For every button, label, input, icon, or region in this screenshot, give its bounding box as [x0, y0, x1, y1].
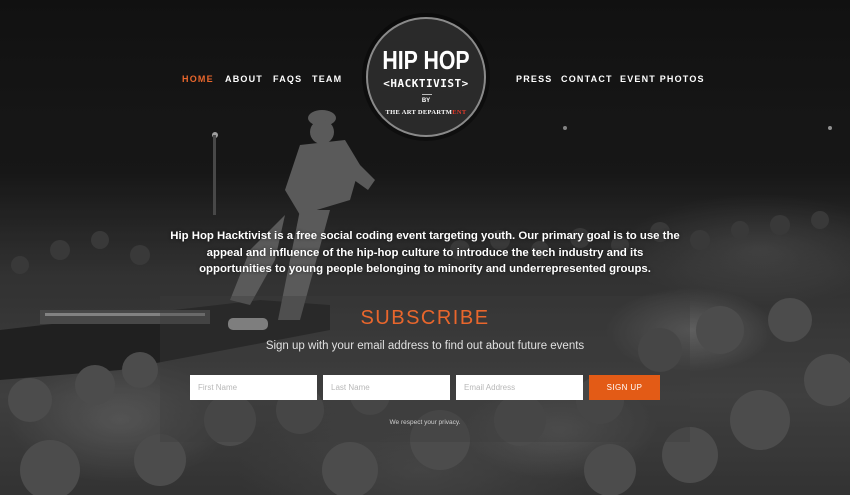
logo-title: HIP HOP — [382, 45, 470, 75]
logo-org-main: THE ART DEPARTM — [385, 109, 453, 116]
nav-about[interactable]: ABOUT — [225, 74, 263, 84]
nav-team[interactable]: TEAM — [312, 74, 342, 84]
last-name-field[interactable] — [323, 375, 450, 400]
logo-by: BY — [421, 98, 431, 104]
email-field[interactable] — [456, 375, 583, 400]
logo-org-accent: ENT — [452, 109, 467, 116]
nav-faqs[interactable]: FAQS — [273, 74, 302, 84]
sign-up-button[interactable]: SIGN UP — [589, 375, 660, 400]
privacy-note: We respect your privacy. — [389, 419, 461, 426]
subscribe-subtitle: Sign up with your email address to find … — [265, 340, 585, 352]
subscribe-title: SUBSCRIBE — [360, 307, 490, 329]
nav-contact[interactable]: CONTACT — [561, 74, 613, 84]
first-name-field[interactable] — [190, 375, 317, 400]
logo-subtitle: <HACKTIVIST> — [383, 77, 469, 90]
nav-event-photos[interactable]: EVENT PHOTOS — [620, 74, 705, 84]
mission-statement: Hip Hop Hacktivist is a free social codi… — [170, 230, 680, 275]
nav-home[interactable]: HOME — [182, 74, 214, 84]
nav-press[interactable]: PRESS — [516, 74, 553, 84]
site-logo[interactable]: HIP HOP <HACKTIVIST> BY THE ART DEPARTME… — [366, 17, 486, 137]
logo-divider — [422, 94, 432, 95]
logo-org: THE ART DEPARTMENT — [368, 109, 484, 116]
